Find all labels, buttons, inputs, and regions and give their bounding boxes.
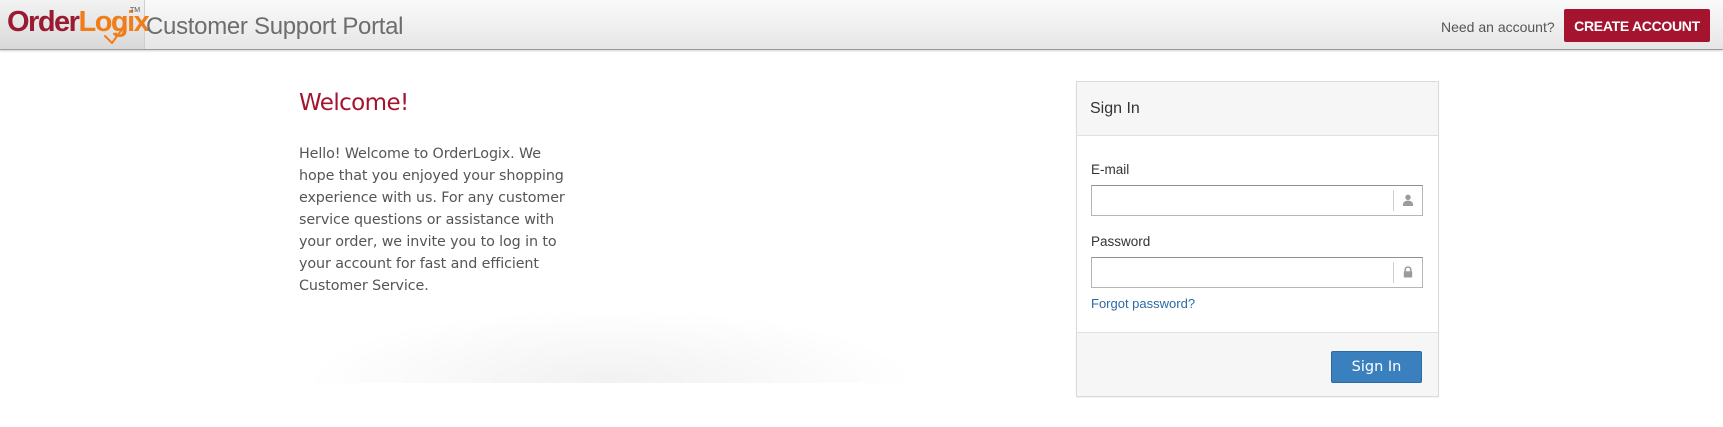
logo-trademark: TM	[130, 7, 141, 14]
sign-in-panel-header: Sign In	[1077, 82, 1438, 136]
lock-icon	[1403, 266, 1413, 278]
email-field-wrapper	[1091, 185, 1423, 216]
welcome-message: Hello! Welcome to OrderLogix. We hope th…	[299, 146, 565, 294]
password-label: Password	[1091, 234, 1151, 249]
email-label: E-mail	[1091, 162, 1130, 177]
top-header: OrderLogix TM Customer Support Portal Ne…	[0, 0, 1723, 50]
welcome-heading: Welcome!	[299, 90, 409, 116]
user-icon	[1402, 194, 1414, 206]
field-divider	[1393, 262, 1394, 283]
portal-title: Customer Support Portal	[146, 13, 404, 40]
need-account-text: Need an account?	[1441, 19, 1555, 35]
sign-in-title: Sign In	[1090, 100, 1140, 117]
field-divider	[1393, 190, 1394, 211]
logo-checkmark-icon	[104, 27, 124, 44]
logo-order-text: Order	[7, 6, 80, 38]
sign-in-panel-footer: Sign In	[1077, 332, 1438, 396]
create-account-button[interactable]: CREATE ACCOUNT	[1564, 9, 1710, 42]
email-input[interactable]	[1092, 186, 1392, 215]
sign-in-panel: Sign In E-mail Password Forgot password?…	[1076, 81, 1439, 397]
password-input[interactable]	[1092, 258, 1392, 287]
decorative-swoosh	[300, 308, 920, 383]
orderlogix-logo[interactable]: OrderLogix TM	[0, 0, 150, 49]
forgot-password-link[interactable]: Forgot password?	[1091, 296, 1195, 311]
logo-wordmark: OrderLogix	[7, 4, 150, 40]
password-field-wrapper	[1091, 257, 1423, 288]
sign-in-button[interactable]: Sign In	[1331, 351, 1422, 383]
